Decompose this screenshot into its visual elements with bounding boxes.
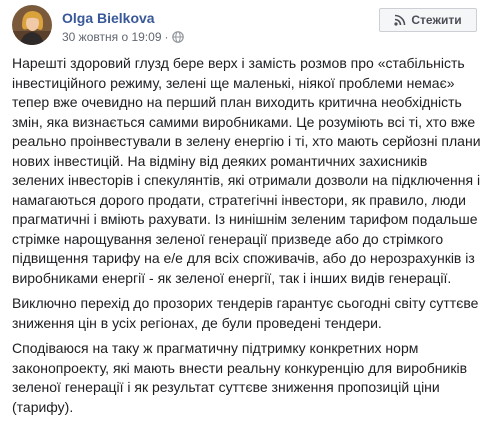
globe-icon[interactable] xyxy=(171,31,184,43)
follow-button[interactable]: Стежити xyxy=(379,8,477,32)
post-meta: 30 жовтня о 19:09 · xyxy=(62,30,184,44)
rss-icon xyxy=(394,14,406,26)
post-paragraph: Виключно перехід до прозорих тендерів га… xyxy=(12,295,479,331)
post-paragraph: Сподіваюся на таку ж прагматичну підтрим… xyxy=(12,340,468,415)
meta-separator: · xyxy=(164,30,169,44)
facebook-post: Olga Bielkova 30 жовтня о 19:09 · Стежит… xyxy=(0,0,489,420)
follow-label: Стежити xyxy=(411,13,462,27)
post-timestamp[interactable]: 30 жовтня о 19:09 xyxy=(62,30,162,44)
avatar[interactable] xyxy=(12,5,52,45)
avatar-image xyxy=(12,5,52,45)
post-paragraph: Нарешті здоровий глузд бере верх і заміс… xyxy=(12,55,481,286)
author-name[interactable]: Olga Bielkova xyxy=(62,10,155,26)
post-body: Нарешті здоровий глузд бере верх і заміс… xyxy=(12,54,482,423)
